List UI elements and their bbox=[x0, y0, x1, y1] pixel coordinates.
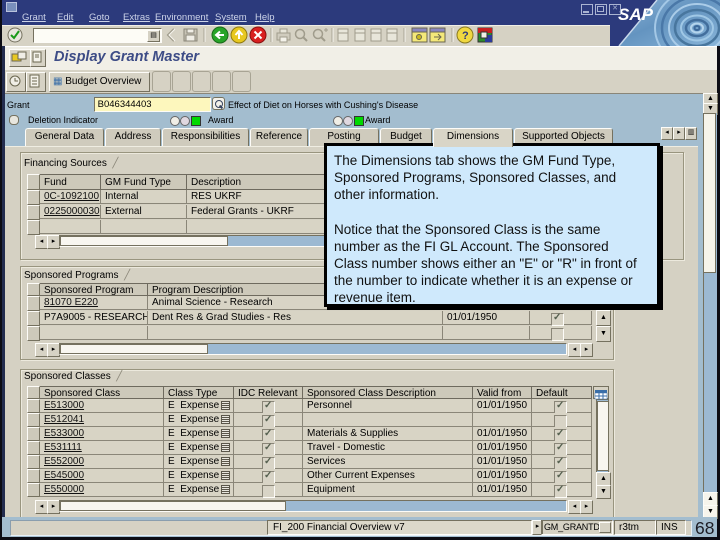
svg-text:SAP: SAP bbox=[618, 5, 654, 24]
svg-text:?: ? bbox=[462, 30, 469, 42]
